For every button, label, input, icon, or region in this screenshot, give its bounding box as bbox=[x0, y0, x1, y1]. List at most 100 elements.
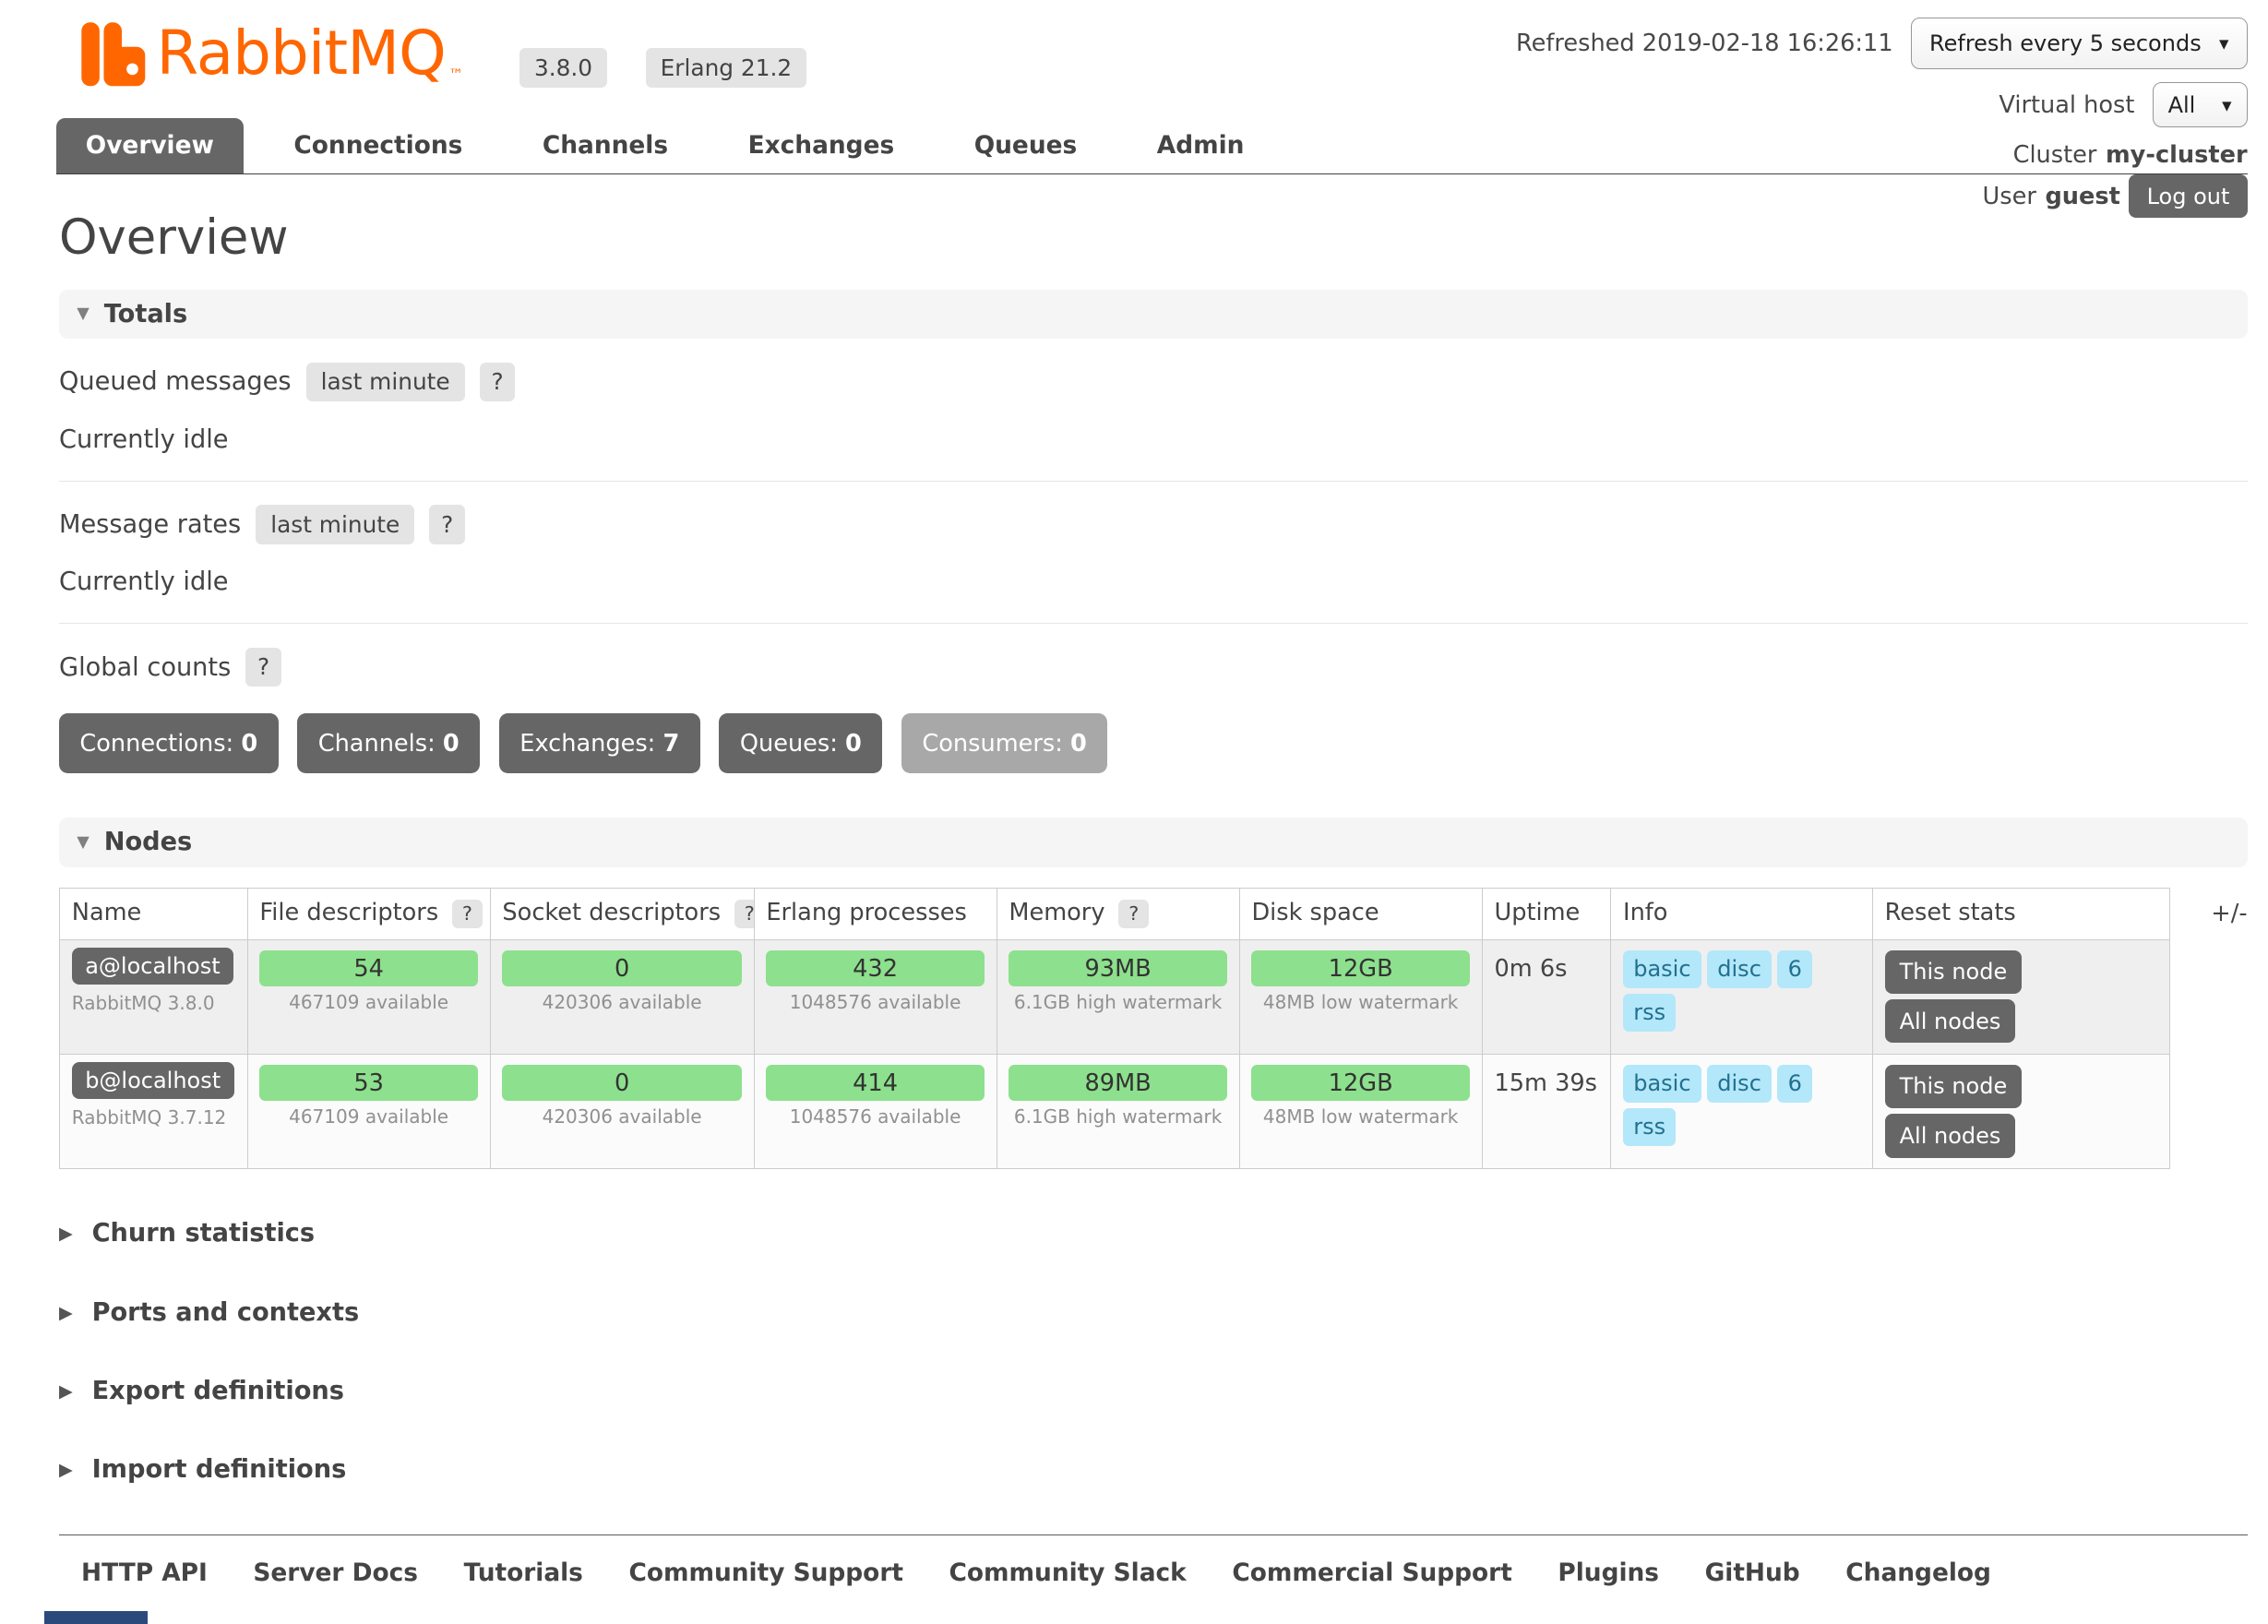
info-badge-rss: rss bbox=[1623, 1108, 1676, 1146]
info-badge-plugins-count: 6 bbox=[1777, 950, 1812, 988]
column-header-socket-descriptors: Socket descriptors ? bbox=[490, 889, 754, 940]
channels-count-badge[interactable]: Channels: 0 bbox=[297, 713, 480, 773]
header: RabbitMQ ™ 3.8.0 Erlang 21.2 Refreshed 2… bbox=[0, 0, 2268, 115]
column-label: Erlang processes bbox=[766, 899, 967, 926]
node-version: RabbitMQ 3.8.0 bbox=[72, 992, 235, 1014]
queued-messages-label: Queued messages bbox=[59, 367, 292, 396]
uptime-value: 0m 6s bbox=[1482, 939, 1611, 1054]
section-export-definitions[interactable]: ▶ Export definitions bbox=[59, 1377, 2248, 1405]
fd-usage-bar: 54 bbox=[259, 950, 477, 987]
refresh-interval-select[interactable]: Refresh every 5 seconds ▾ bbox=[1911, 18, 2248, 69]
reset-this-node-button[interactable]: This node bbox=[1885, 1065, 2023, 1108]
info-badge-plugins-count: 6 bbox=[1777, 1065, 1812, 1103]
help-icon[interactable]: ? bbox=[734, 900, 754, 928]
column-label: Uptime bbox=[1494, 899, 1580, 926]
column-header-file-descriptors: File descriptors ? bbox=[247, 889, 490, 940]
count-label: Queues: bbox=[740, 730, 838, 758]
refresh-interval-value: Refresh every 5 seconds bbox=[1929, 30, 2202, 56]
brand-text: RabbitMQ bbox=[157, 20, 446, 89]
section-import-definitions[interactable]: ▶ Import definitions bbox=[59, 1455, 2248, 1484]
version-badges: 3.8.0 Erlang 21.2 bbox=[519, 48, 806, 88]
sd-cell: 0 420306 available bbox=[490, 1054, 754, 1168]
proc-available: 1048576 available bbox=[766, 991, 984, 1013]
totals-section-header[interactable]: ▼ Totals bbox=[59, 290, 2248, 339]
sd-cell: 0 420306 available bbox=[490, 939, 754, 1054]
node-name-badge[interactable]: a@localhost bbox=[72, 948, 233, 985]
global-counts-row: Global counts ? bbox=[59, 648, 2248, 687]
tab-channels[interactable]: Channels bbox=[513, 118, 698, 173]
exchanges-count-badge[interactable]: Exchanges: 7 bbox=[499, 713, 700, 773]
footer-link-changelog[interactable]: Changelog bbox=[1845, 1558, 1991, 1587]
main-content: Overview ▼ Totals Queued messages last m… bbox=[0, 209, 2268, 1484]
help-icon[interactable]: ? bbox=[1118, 900, 1149, 928]
info-badge-rss: rss bbox=[1623, 994, 1676, 1032]
footer-link-commercial-support[interactable]: Commercial Support bbox=[1232, 1558, 1511, 1587]
cluster-name: my-cluster bbox=[2106, 141, 2248, 169]
memory-cell: 89MB 6.1GB high watermark bbox=[997, 1054, 1239, 1168]
refreshed-timestamp: Refreshed 2019-02-18 16:26:11 bbox=[1516, 30, 1893, 57]
section-churn-statistics[interactable]: ▶ Churn statistics bbox=[59, 1219, 2248, 1248]
rabbitmq-logo-icon bbox=[79, 20, 156, 89]
sd-usage-bar: 0 bbox=[502, 950, 741, 987]
nodes-section-title: Nodes bbox=[104, 828, 193, 856]
footer-link-tutorials[interactable]: Tutorials bbox=[464, 1558, 583, 1587]
memory-watermark: 6.1GB high watermark bbox=[1009, 991, 1226, 1013]
rabbitmq-logo[interactable]: RabbitMQ ™ bbox=[79, 20, 463, 89]
help-icon[interactable]: ? bbox=[480, 363, 516, 402]
footer-link-server-docs[interactable]: Server Docs bbox=[253, 1558, 418, 1587]
tab-exchanges[interactable]: Exchanges bbox=[719, 118, 925, 173]
section-label: Import definitions bbox=[92, 1455, 347, 1484]
queues-count-badge[interactable]: Queues: 0 bbox=[719, 713, 882, 773]
virtual-host-row: Virtual host All ▾ bbox=[1516, 82, 2248, 127]
column-header-erlang-processes: Erlang processes bbox=[754, 889, 997, 940]
reset-all-nodes-button[interactable]: All nodes bbox=[1885, 999, 2016, 1043]
node-row: b@localhost RabbitMQ 3.7.12 53 467109 av… bbox=[60, 1054, 2170, 1168]
reset-this-node-button[interactable]: This node bbox=[1885, 950, 2023, 994]
section-ports-and-contexts[interactable]: ▶ Ports and contexts bbox=[59, 1298, 2248, 1327]
fd-usage-bar: 53 bbox=[259, 1065, 477, 1102]
expand-arrow-icon: ▶ bbox=[59, 1223, 73, 1244]
column-toggle[interactable]: +/- bbox=[2185, 888, 2247, 927]
nodes-table-wrap: Name File descriptors ? Socket descripto… bbox=[59, 888, 2248, 1169]
node-row: a@localhost RabbitMQ 3.8.0 54 467109 ava… bbox=[60, 939, 2170, 1054]
proc-cell: 432 1048576 available bbox=[754, 939, 997, 1054]
help-icon[interactable]: ? bbox=[429, 505, 465, 544]
disk-usage-bar: 12GB bbox=[1251, 950, 1469, 987]
column-header-uptime: Uptime bbox=[1482, 889, 1611, 940]
queued-messages-status: Currently idle bbox=[59, 425, 2248, 454]
node-name-cell: a@localhost RabbitMQ 3.8.0 bbox=[60, 939, 248, 1054]
footer-link-plugins[interactable]: Plugins bbox=[1558, 1558, 1659, 1587]
tab-overview[interactable]: Overview bbox=[56, 118, 244, 173]
node-name-cell: b@localhost RabbitMQ 3.7.12 bbox=[60, 1054, 248, 1168]
cluster-label: Cluster bbox=[2013, 141, 2097, 169]
footer-link-community-slack[interactable]: Community Slack bbox=[949, 1558, 1187, 1587]
consumers-count-badge[interactable]: Consumers: 0 bbox=[901, 713, 1107, 773]
disk-watermark: 48MB low watermark bbox=[1251, 991, 1469, 1013]
footer-link-community-support[interactable]: Community Support bbox=[628, 1558, 902, 1587]
virtual-host-select[interactable]: All ▾ bbox=[2153, 82, 2248, 127]
footer-link-github[interactable]: GitHub bbox=[1705, 1558, 1800, 1587]
connections-count-badge[interactable]: Connections: 0 bbox=[59, 713, 279, 773]
virtual-host-label: Virtual host bbox=[1999, 91, 2134, 119]
divider bbox=[59, 481, 2248, 482]
help-icon[interactable]: ? bbox=[245, 648, 281, 687]
logout-button[interactable]: Log out bbox=[2129, 174, 2247, 218]
tab-connections[interactable]: Connections bbox=[264, 118, 492, 173]
user-row: User guest Log out bbox=[1516, 174, 2248, 218]
column-header-memory: Memory ? bbox=[997, 889, 1239, 940]
queued-messages-mode-badge[interactable]: last minute bbox=[306, 363, 465, 402]
footer-link-http-api[interactable]: HTTP API bbox=[81, 1558, 208, 1587]
column-header-reset-stats: Reset stats bbox=[1872, 889, 2170, 940]
message-rates-mode-badge[interactable]: last minute bbox=[256, 505, 414, 544]
tab-admin[interactable]: Admin bbox=[1128, 118, 1274, 173]
message-rates-status: Currently idle bbox=[59, 567, 2248, 596]
reset-all-nodes-button[interactable]: All nodes bbox=[1885, 1114, 2016, 1157]
table-header-row: Name File descriptors ? Socket descripto… bbox=[60, 889, 2170, 940]
virtual-host-value: All bbox=[2168, 92, 2196, 118]
nodes-section-header[interactable]: ▼ Nodes bbox=[59, 818, 2248, 866]
count-label: Channels: bbox=[318, 730, 436, 758]
tab-queues[interactable]: Queues bbox=[945, 118, 1107, 173]
sd-available: 420306 available bbox=[502, 991, 741, 1013]
help-icon[interactable]: ? bbox=[452, 900, 483, 928]
node-name-badge[interactable]: b@localhost bbox=[72, 1062, 234, 1100]
